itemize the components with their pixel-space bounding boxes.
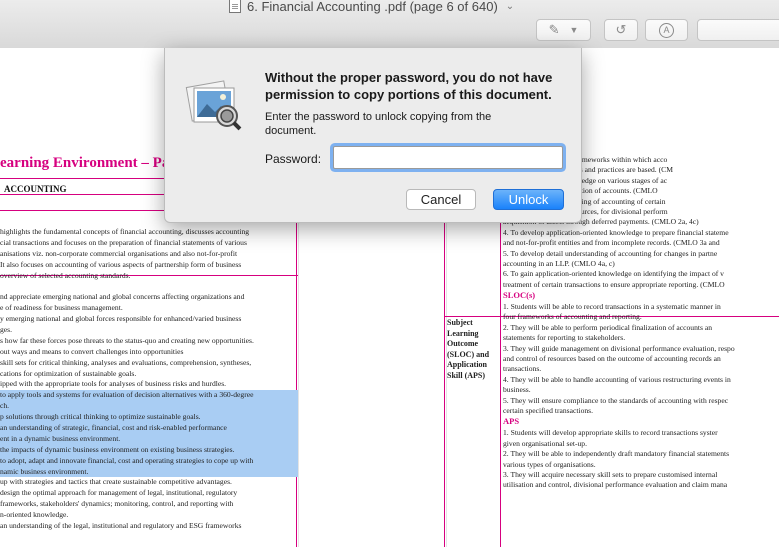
document-text-line: to apply tools and systems for evaluatio…: [0, 390, 298, 402]
window-title[interactable]: 6. Financial Accounting .pdf (page 6 of …: [229, 0, 514, 14]
document-text-line: cations for optimization of sustainable …: [0, 368, 137, 378]
password-input[interactable]: [333, 146, 563, 169]
section-heading: SLOC(s): [503, 290, 536, 301]
document-text-line: n-oriented knowledge.: [0, 510, 69, 520]
document-heading: earning Environment – Pa: [0, 155, 170, 171]
document-text-line: the impacts of dynamic business environm…: [0, 444, 298, 456]
pen-icon: ✎: [548, 22, 560, 37]
document-text-line: 2. They will be able to perform periodic…: [503, 322, 713, 332]
document-text-line: out ways and means to convert challenges…: [0, 346, 184, 356]
document-text-line: up with strategies and tactics that crea…: [0, 477, 232, 487]
preview-app-icon: [185, 80, 242, 131]
document-text-line: design the optimal approach for manageme…: [0, 488, 238, 498]
document-text-line: an understanding of the legal, instituti…: [0, 521, 242, 531]
document-text-line: to adopt, adapt and innovate financial, …: [0, 455, 298, 467]
section-title: ACCOUNTING: [4, 184, 67, 194]
document-text-line: 5. They will ensure compliance to the st…: [503, 395, 729, 405]
document-text-line: cial transactions and focuses on the pre…: [0, 237, 247, 247]
document-text-line: y emerging national and global forces re…: [0, 314, 242, 324]
document-text-line: namic business environment.: [0, 466, 298, 478]
document-text-line: and control of resources based on the ou…: [503, 354, 721, 364]
document-text-line: 1. Students will develop appropriate ski…: [503, 428, 718, 438]
document-text-line: an understanding of strategic, financial…: [0, 423, 298, 434]
document-text-line: p solutions through critical thinking to…: [0, 412, 298, 424]
annotate-button[interactable]: A: [645, 19, 688, 41]
chevron-down-icon[interactable]: ⌄: [506, 1, 514, 12]
document-text-line: utilisation and control, divisional perf…: [503, 480, 728, 490]
document-left-column[interactable]: highlights the fundamental concepts of f…: [0, 227, 298, 532]
document-text-line: overview of selected accounting standard…: [0, 270, 131, 280]
document-text-line: and not-for-profit entities and from inc…: [503, 238, 720, 248]
document-text-line: 5. To develop detail understanding of ac…: [503, 248, 718, 258]
document-text-line: 3. They will guide management on divisio…: [503, 343, 735, 353]
document-text-line: four frameworks of accounting and report…: [503, 312, 642, 322]
document-text-line: ent in a dynamic business environment.: [0, 433, 298, 445]
document-text-line: given organisational set-up.: [503, 438, 588, 448]
document-text-line: frameworks, stakeholders' dynamics; moni…: [0, 499, 234, 509]
document-text-line: certain specified transactions.: [503, 405, 594, 415]
document-text-line: treatment of certain transactions to ens…: [503, 279, 725, 289]
document-text-line: statements for reporting to stakeholders…: [503, 333, 626, 343]
document-text-line: 4. They will be able to handle accountin…: [503, 374, 731, 384]
document-text-line: transactions.: [503, 364, 542, 374]
document-text-line: 3. They will acquire necessary skill set…: [503, 469, 718, 479]
document-text-line: ges.: [0, 325, 13, 335]
search-field[interactable]: [697, 19, 779, 41]
dialog-message: Enter the password to unlock copying fro…: [265, 111, 492, 137]
document-text-line: 1. Students will be able to record trans…: [503, 302, 721, 312]
document-text-line: various types of organisations.: [503, 459, 596, 469]
annotate-icon: A: [659, 22, 674, 38]
cancel-button[interactable]: Cancel: [406, 189, 476, 210]
document-text-line: highlights the fundamental concepts of f…: [0, 227, 250, 236]
rotate-button[interactable]: ↺: [604, 19, 638, 41]
document-text-line: ipped with the appropriate tools for ana…: [0, 379, 227, 389]
document-text-line: skill sets for critical thinking, analys…: [0, 357, 252, 367]
dialog-title: Without the proper password, you do not …: [265, 70, 553, 102]
document-text-line: business.: [503, 385, 531, 395]
document-text-line: ch.: [0, 401, 298, 413]
rotate-icon: ↺: [615, 22, 627, 37]
window-title-text: 6. Financial Accounting .pdf (page 6 of …: [247, 0, 498, 14]
unlock-button[interactable]: Unlock: [493, 189, 564, 210]
document-text-line: accounting in an LLP. (CMLO 4a, c): [503, 258, 615, 268]
table-row-label: Subject Learning Outcome (SLOC) and Appl…: [447, 318, 490, 380]
password-label: Password:: [265, 152, 322, 166]
document-text-line: 4. To develop application-oriented knowl…: [503, 227, 729, 237]
window-toolbar: 6. Financial Accounting .pdf (page 6 of …: [0, 0, 779, 49]
document-text-line: 2. They will be able to independently dr…: [503, 449, 730, 459]
document-text-line: s how far these forces pose threats to t…: [0, 335, 254, 345]
document-text-line: e of readiness for business management.: [0, 303, 123, 313]
document-text-line: anisations viz. non-corporate commercial…: [0, 248, 238, 258]
document-text-line: [0, 281, 298, 292]
section-heading: APS: [503, 416, 520, 427]
document-icon: [229, 0, 241, 13]
document-text-line: 6. To gain application-oriented knowledg…: [503, 269, 724, 279]
markup-button[interactable]: ✎ ▼: [536, 19, 591, 41]
chevron-down-icon: ▼: [569, 25, 579, 35]
document-text-line: nd appreciate emerging national and glob…: [0, 292, 245, 302]
document-text-line: It also focuses on accounting of various…: [0, 259, 242, 269]
password-dialog: Without the proper password, you do not …: [164, 48, 582, 223]
